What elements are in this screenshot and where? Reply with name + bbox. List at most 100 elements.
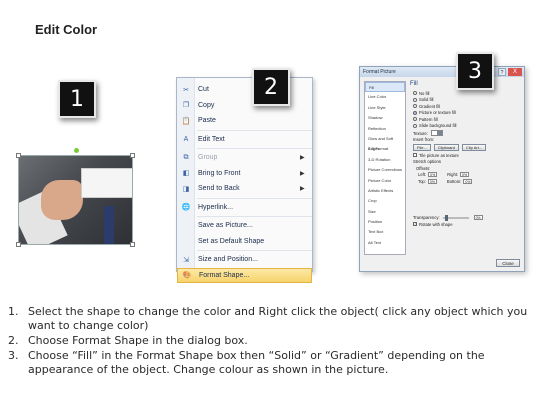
menu-separator (197, 148, 312, 149)
top-offset-input[interactable]: 0% (427, 178, 437, 184)
resize-handle[interactable] (16, 242, 21, 247)
dialog-titlebar: Format Picture ? X (360, 67, 524, 77)
step-number: 2. (8, 334, 19, 347)
close-button[interactable]: Close (496, 259, 520, 267)
category-shadow[interactable]: Shadow (365, 113, 405, 123)
category-3-d-rotation[interactable]: 3-D Rotation (365, 155, 405, 165)
file-button[interactable]: File... (413, 144, 431, 151)
paste-icon: 📋 (181, 117, 191, 125)
menu-item-hyperlink[interactable]: 🌐 Hyperlink... (177, 200, 312, 216)
close-icon[interactable]: X (508, 68, 522, 76)
fill-radio[interactable] (413, 91, 417, 96)
size-icon: ⇲ (183, 256, 189, 264)
menu-item-label: Save as Picture... (198, 222, 253, 230)
help-button[interactable]: ? (498, 68, 506, 76)
chevron-right-icon: ▶ (300, 155, 305, 162)
menu-item-size-and-position[interactable]: ⇲ Size and Position... (177, 252, 312, 268)
category-picture-corrections[interactable]: Picture Corrections (365, 165, 405, 175)
category-fill[interactable]: Fill (365, 82, 405, 93)
step-badge-2: 2 (252, 68, 290, 106)
scissors-icon: ✂ (183, 86, 189, 94)
clipboard-button[interactable]: Clipboard (433, 144, 459, 151)
category-3-d-format[interactable]: 3-D Format (365, 144, 405, 154)
instruction-step: 2. Choose Format Shape in the dialog box. (8, 334, 553, 348)
category-artistic-effects[interactable]: Artistic Effects (365, 186, 405, 196)
fill-option-label: Picture or texture fill (419, 110, 457, 116)
fill-option-label: Slide background fill (419, 123, 457, 129)
bottom-offset-input[interactable]: 0% (463, 178, 473, 184)
resize-handle[interactable] (130, 153, 135, 158)
transparency-slider[interactable] (442, 214, 469, 221)
category-text-box[interactable]: Text Box (365, 227, 405, 237)
fill-option[interactable]: Slide background fill (413, 123, 520, 130)
menu-item-set-as-default-shape[interactable]: Set as Default Shape (177, 234, 312, 250)
right-label: Right: (447, 172, 459, 178)
clip-art-button[interactable]: Clip Art... (461, 144, 487, 151)
category-size[interactable]: Size (365, 207, 405, 217)
left-offset-input[interactable]: 0% (428, 172, 438, 178)
format-picture-dialog: Format Picture ? X Fill Line Color Line St… (359, 66, 525, 272)
fill-option-label: Solid fill (419, 97, 434, 103)
hand-shape (41, 180, 83, 220)
category-line-style[interactable]: Line Style (365, 103, 405, 113)
menu-item-format-shape[interactable]: 🎨 Format Shape... (177, 267, 312, 283)
category-glow-and-soft-edges[interactable]: Glow and Soft Edges (365, 134, 405, 151)
insert-from-label: Insert from: (413, 137, 435, 143)
menu-item-label: Send to Back (198, 185, 240, 193)
menu-item-label: Format Shape... (199, 271, 250, 279)
menu-item-send-to-back[interactable]: ◨ Send to Back ▶ (177, 181, 312, 197)
step-number: 1. (8, 305, 19, 318)
category-reflection[interactable]: Reflection (365, 124, 405, 134)
right-offset-input[interactable]: 0% (460, 172, 470, 178)
fill-radio[interactable] (413, 97, 417, 102)
fill-radio[interactable] (413, 110, 417, 115)
fill-option-label: Gradient fill (419, 103, 441, 109)
bring-front-icon: ◧ (182, 170, 190, 178)
menu-item-copy[interactable]: ❐ Copy (177, 98, 312, 114)
fill-radio[interactable] (413, 117, 417, 122)
menu-item-label: Set as Default Shape (198, 237, 265, 245)
menu-item-paste[interactable]: 📋 Paste (177, 113, 312, 129)
business-card (81, 168, 132, 198)
menu-item-bring-to-front[interactable]: ◧ Bring to Front ▶ (177, 166, 312, 182)
category-alt-text[interactable]: Alt Text (365, 238, 405, 248)
menu-item-label: Hyperlink... (198, 203, 234, 211)
paint-bucket-icon: 🎨 (182, 272, 192, 280)
fill-radio[interactable] (413, 123, 417, 128)
stretch-label: Stretch options (413, 159, 441, 165)
resize-handle[interactable] (130, 242, 135, 247)
rotate-checkbox[interactable] (413, 221, 417, 227)
menu-separator (197, 129, 312, 131)
menu-item-cut[interactable]: ✂ Cut (177, 82, 312, 98)
chevron-right-icon: ▶ (300, 186, 305, 193)
step-badge-1: 1 (58, 80, 96, 118)
menu-item-label: Edit Text (198, 135, 225, 143)
menu-item-group[interactable]: ⧉ Group ▶ (177, 150, 312, 166)
rotate-label: Rotate with shape (419, 221, 453, 227)
category-picture-color[interactable]: Picture Color (365, 176, 405, 186)
tile-checkbox[interactable] (413, 153, 417, 158)
fill-radio[interactable] (413, 104, 417, 109)
category-position[interactable]: Position (365, 217, 405, 227)
dialog-title: Format Picture (363, 69, 396, 75)
fill-pane: Fill No fill Solid fill Gradient fill Pictu… (410, 81, 520, 255)
edit-text-icon: A (183, 135, 189, 143)
menu-item-save-as-picture[interactable]: Save as Picture... (177, 218, 312, 234)
top-label: Top: (418, 178, 426, 184)
resize-handle[interactable] (16, 153, 21, 158)
menu-item-label: Bring to Front (198, 169, 241, 177)
category-line-color[interactable]: Line Color (365, 92, 405, 102)
business-card-photo[interactable] (18, 155, 133, 245)
step-badge-3: 3 (456, 52, 494, 90)
category-crop[interactable]: Crop (365, 196, 405, 206)
menu-item-edit-text[interactable]: A Edit Text (177, 132, 312, 148)
rotation-handle[interactable] (74, 148, 79, 153)
menu-separator (197, 250, 312, 251)
menu-item-label: Size and Position... (198, 256, 258, 264)
transparency-input[interactable]: 0% (473, 215, 483, 221)
instruction-step: 1. Select the shape to change the color a… (8, 305, 553, 333)
instruction-step: 3. Choose “Fill” in the Format Shape box … (8, 349, 553, 377)
instruction-list: 1. Select the shape to change the color a… (8, 305, 553, 378)
step-text: Choose Format Shape in the dialog box. (28, 334, 248, 347)
texture-picker[interactable] (430, 130, 443, 137)
